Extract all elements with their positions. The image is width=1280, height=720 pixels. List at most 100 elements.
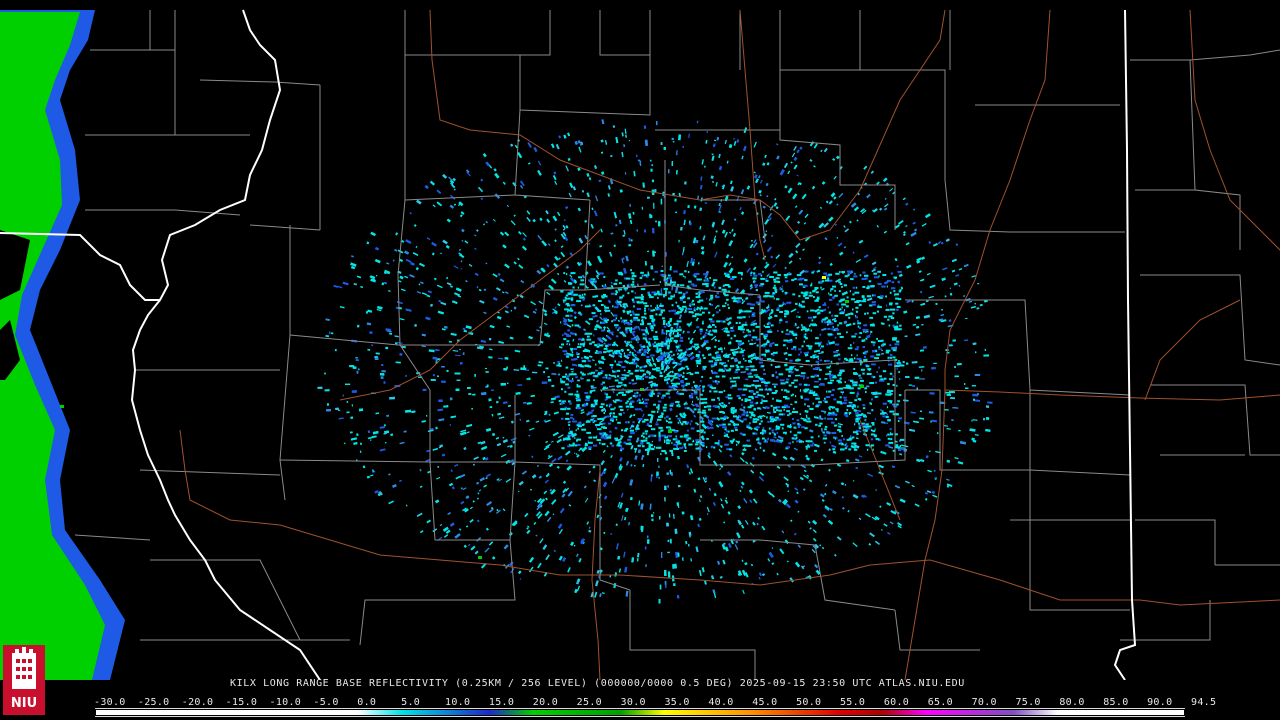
echo-pixel <box>665 290 667 297</box>
echo-pixel <box>745 378 749 381</box>
echo-pixel <box>621 379 624 381</box>
echo-pixel <box>358 368 360 371</box>
echo-pixel <box>655 121 658 126</box>
echo-pixel <box>456 379 461 381</box>
echo-pixel <box>661 361 664 365</box>
echo-pixel <box>904 376 910 378</box>
echo-pixel <box>902 360 905 363</box>
echo-pixel <box>547 376 550 378</box>
echo-pixel <box>814 380 819 383</box>
echo-pixel <box>647 291 651 295</box>
echo-pixel <box>338 409 341 411</box>
echo-pixel <box>919 378 925 380</box>
echo-pixel <box>355 359 359 362</box>
echo-pixel <box>687 205 690 209</box>
echo-pixel <box>649 159 652 162</box>
echo-pixel <box>317 386 323 389</box>
echo-pixel <box>887 389 890 393</box>
echo-pixel <box>673 583 676 586</box>
echo-pixel <box>675 211 677 214</box>
echo-pixel <box>414 324 417 327</box>
echo-pixel <box>355 357 358 359</box>
echo-pixel <box>665 585 667 588</box>
echo-pixel <box>577 379 580 382</box>
echo-pixel <box>771 374 775 377</box>
echo-pixel <box>799 389 802 392</box>
echo-pixel <box>344 442 346 445</box>
echo-pixel <box>658 431 661 437</box>
echo-pixel <box>346 411 350 414</box>
echo-pixel <box>651 518 654 522</box>
echo-pixel <box>643 125 647 129</box>
echo-pixel <box>405 375 407 377</box>
echo-pixel <box>881 349 883 352</box>
echo-pixel <box>432 374 435 377</box>
radar-map <box>0 0 1280 680</box>
echo-pixel <box>324 372 326 375</box>
echo-pixel <box>974 399 980 402</box>
echo-pixel <box>898 360 900 362</box>
echo-pixel <box>571 370 574 373</box>
echo-pixel <box>669 538 672 544</box>
echo-pixel <box>356 371 359 374</box>
echo-pixel <box>658 476 660 479</box>
echo-pixel <box>342 394 344 397</box>
echo-pixel <box>664 570 667 576</box>
echo-pixel <box>369 331 373 334</box>
echo-pixel <box>506 366 508 369</box>
echo-pixel <box>850 380 854 382</box>
echo-pixel <box>660 453 662 455</box>
echo-pixel <box>381 370 386 373</box>
echo-pixel <box>665 457 669 461</box>
echo-pixel <box>367 430 371 434</box>
echo-pixel <box>520 367 527 371</box>
echo-pixel <box>674 198 677 202</box>
echo-pixel <box>548 379 552 382</box>
echo-pixel <box>668 169 670 174</box>
echo-pixel <box>663 294 665 298</box>
echo-pixel <box>976 393 979 395</box>
echo-pixel <box>667 571 671 578</box>
echo-pixel <box>389 396 395 400</box>
echo-pixel <box>486 384 489 388</box>
echo-pixel <box>350 416 354 419</box>
echo-pixel <box>449 397 453 401</box>
echo-pixel <box>653 251 656 254</box>
echo-pixel <box>437 375 439 377</box>
echo-pixel <box>659 584 662 590</box>
echo-pixel <box>526 378 529 380</box>
echo-pixel <box>528 377 531 380</box>
echo-pixel <box>674 528 678 534</box>
echo-pixel <box>459 348 461 351</box>
echo-pixel <box>916 387 918 390</box>
echo-pixel <box>662 320 666 326</box>
echo-pixel <box>330 332 334 335</box>
echo-pixel <box>438 399 443 403</box>
echo-pixel <box>846 408 849 411</box>
echo-pixel <box>660 142 663 145</box>
echo-pixel <box>551 385 555 387</box>
echo-pixel <box>672 141 675 143</box>
echo-pixel <box>660 198 663 205</box>
echo-pixel <box>467 386 471 389</box>
echo-pixel <box>441 366 445 368</box>
echo-pixel <box>399 353 403 356</box>
echo-pixel <box>661 551 663 558</box>
echo-pixel <box>619 377 625 379</box>
echo-pixel <box>931 367 936 370</box>
echo-pixel <box>380 376 384 379</box>
echo-pixel <box>985 405 990 408</box>
echo-pixel <box>543 371 546 374</box>
echo-pixel <box>375 352 380 355</box>
echo-pixel <box>905 362 909 365</box>
echo-pixel <box>485 371 489 373</box>
echo-pixel <box>446 369 449 373</box>
echo-pixel <box>650 265 654 270</box>
echo-pixel <box>775 371 778 374</box>
echo-pixel <box>656 410 659 413</box>
echo-pixel <box>646 250 649 252</box>
echo-pixel <box>965 387 969 389</box>
echo-pixel <box>484 367 487 370</box>
echo-pixel <box>653 512 655 514</box>
echo-pixel <box>551 373 557 375</box>
